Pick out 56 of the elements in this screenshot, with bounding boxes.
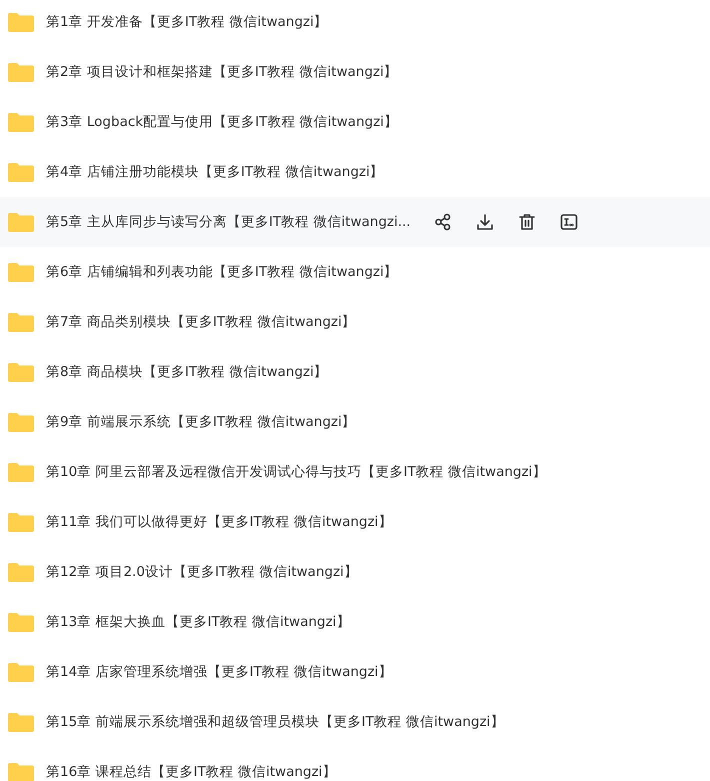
- folder-icon: [8, 362, 34, 382]
- share-icon: [434, 213, 452, 231]
- folder-row[interactable]: 第10章 阿里云部署及远程微信开发调试心得与技巧【更多IT教程 微信itwangzi】: [0, 447, 710, 497]
- folder-icon: [8, 12, 34, 32]
- folder-name: 第10章 阿里云部署及远程微信开发调试心得与技巧【更多IT教程 微信itwangzi】: [46, 463, 546, 481]
- folder-name: 第2章 项目设计和框架搭建【更多IT教程 微信itwangzi】: [46, 63, 398, 81]
- folder-name: 第7章 商品类别模块【更多IT教程 微信itwangzi】: [46, 313, 356, 331]
- folder-name: 第14章 店家管理系统增强【更多IT教程 微信itwangzi】: [46, 663, 392, 681]
- folder-name: 第16章 课程总结【更多IT教程 微信itwangzi】: [46, 763, 336, 781]
- folder-name: 第5章 主从库同步与读写分离【更多IT教程 微信itwangzi...: [46, 213, 411, 231]
- folder-name: 第9章 前端展示系统【更多IT教程 微信itwangzi】: [46, 413, 356, 431]
- folder-icon: [8, 162, 34, 182]
- folder-icon: [8, 262, 34, 282]
- folder-icon: [8, 62, 34, 82]
- folder-row[interactable]: 第9章 前端展示系统【更多IT教程 微信itwangzi】: [0, 397, 710, 447]
- folder-name: 第6章 店铺编辑和列表功能【更多IT教程 微信itwangzi】: [46, 263, 398, 281]
- folder-row[interactable]: 第5章 主从库同步与读写分离【更多IT教程 微信itwangzi...: [0, 197, 710, 247]
- folder-row[interactable]: 第3章 Logback配置与使用【更多IT教程 微信itwangzi】: [0, 97, 710, 147]
- rename-button[interactable]: [558, 212, 579, 232]
- folder-icon: [8, 412, 34, 432]
- folder-icon: [8, 512, 34, 532]
- folder-name: 第11章 我们可以做得更好【更多IT教程 微信itwangzi】: [46, 513, 392, 531]
- folder-name: 第15章 前端展示系统增强和超级管理员模块【更多IT教程 微信itwangzi】: [46, 713, 504, 731]
- folder-name: 第13章 框架大换血【更多IT教程 微信itwangzi】: [46, 613, 350, 631]
- folder-row[interactable]: 第14章 店家管理系统增强【更多IT教程 微信itwangzi】: [0, 647, 710, 697]
- folder-name: 第1章 开发准备【更多IT教程 微信itwangzi】: [46, 13, 328, 31]
- delete-button[interactable]: [516, 212, 537, 232]
- folder-icon: [8, 212, 34, 232]
- folder-row[interactable]: 第16章 课程总结【更多IT教程 微信itwangzi】: [0, 747, 710, 781]
- folder-icon: [8, 762, 34, 781]
- folder-icon: [8, 112, 34, 132]
- folder-row[interactable]: 第2章 项目设计和框架搭建【更多IT教程 微信itwangzi】: [0, 47, 710, 97]
- folder-name: 第12章 项目2.0设计【更多IT教程 微信itwangzi】: [46, 563, 358, 581]
- folder-row[interactable]: 第7章 商品类别模块【更多IT教程 微信itwangzi】: [0, 297, 710, 347]
- folder-row[interactable]: 第6章 店铺编辑和列表功能【更多IT教程 微信itwangzi】: [0, 247, 710, 297]
- folder-row[interactable]: 第15章 前端展示系统增强和超级管理员模块【更多IT教程 微信itwangzi】: [0, 697, 710, 747]
- folder-name: 第3章 Logback配置与使用【更多IT教程 微信itwangzi】: [46, 113, 398, 131]
- folder-row[interactable]: 第12章 项目2.0设计【更多IT教程 微信itwangzi】: [0, 547, 710, 597]
- folder-icon: [8, 562, 34, 582]
- download-icon: [476, 213, 494, 231]
- folder-name: 第8章 商品模块【更多IT教程 微信itwangzi】: [46, 363, 328, 381]
- folder-row[interactable]: 第13章 框架大换血【更多IT教程 微信itwangzi】: [0, 597, 710, 647]
- folder-row[interactable]: 第4章 店铺注册功能模块【更多IT教程 微信itwangzi】: [0, 147, 710, 197]
- folder-icon: [8, 662, 34, 682]
- folder-row[interactable]: 第8章 商品模块【更多IT教程 微信itwangzi】: [0, 347, 710, 397]
- rename-icon: [560, 213, 578, 231]
- trash-icon: [518, 213, 536, 231]
- share-button[interactable]: [432, 212, 453, 232]
- folder-row[interactable]: 第1章 开发准备【更多IT教程 微信itwangzi】: [0, 0, 710, 47]
- folder-icon: [8, 312, 34, 332]
- download-button[interactable]: [474, 212, 495, 232]
- folder-icon: [8, 712, 34, 732]
- folder-icon: [8, 462, 34, 482]
- folder-name: 第4章 店铺注册功能模块【更多IT教程 微信itwangzi】: [46, 163, 384, 181]
- folder-icon: [8, 612, 34, 632]
- folder-row[interactable]: 第11章 我们可以做得更好【更多IT教程 微信itwangzi】: [0, 497, 710, 547]
